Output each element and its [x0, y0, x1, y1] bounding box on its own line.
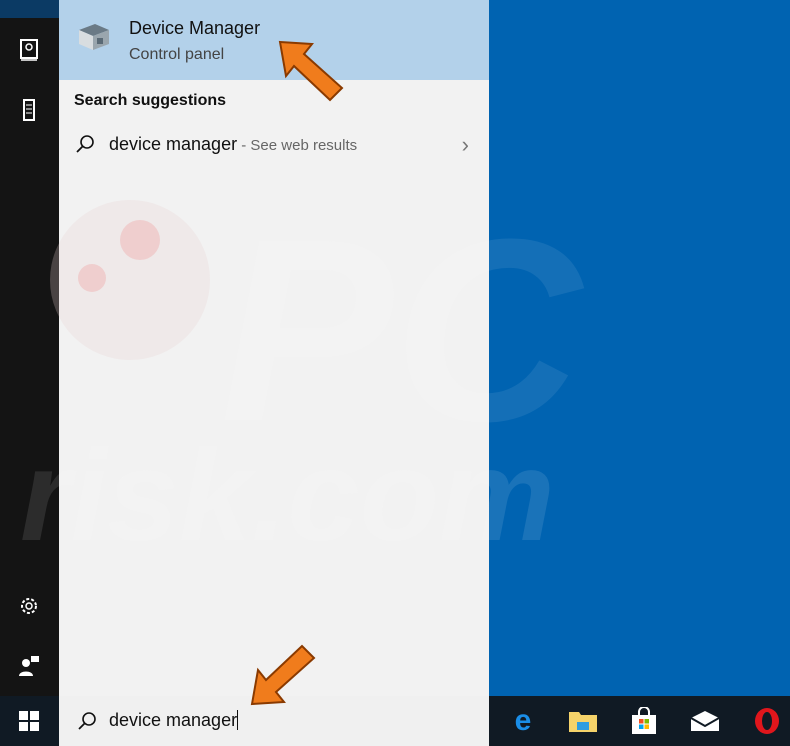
search-icon: [76, 135, 94, 153]
search-results-panel: Device Manager Control panel Search sugg…: [59, 0, 489, 696]
search-icon: [78, 712, 96, 730]
suggestion-item[interactable]: device manager - See web results ›: [59, 126, 489, 164]
best-match-title: Device Manager: [129, 18, 261, 38]
search-input[interactable]: device manager: [109, 710, 238, 731]
opera-browser-icon[interactable]: [752, 706, 782, 736]
start-sidebar: [0, 0, 59, 696]
documents-icon[interactable]: [17, 38, 41, 62]
device-icon[interactable]: [17, 98, 41, 122]
settings-gear-icon[interactable]: [17, 594, 41, 618]
user-feedback-icon[interactable]: [17, 654, 41, 678]
sidebar-top-strip: [0, 0, 59, 18]
start-windows-icon[interactable]: [14, 706, 44, 736]
store-icon[interactable]: [629, 706, 659, 736]
search-suggestions-heading: Search suggestions: [74, 92, 227, 109]
suggestion-suffix: - See web results: [237, 137, 358, 154]
file-explorer-icon[interactable]: [568, 706, 598, 736]
device-manager-app-icon: [79, 24, 109, 50]
edge-browser-icon[interactable]: e: [508, 704, 538, 737]
taskbar-search-box[interactable]: device manager: [59, 696, 489, 746]
best-match-subtitle: Control panel: [129, 46, 225, 63]
mail-icon[interactable]: [690, 706, 720, 736]
chevron-right-icon[interactable]: ›: [462, 132, 469, 158]
best-match-device-manager[interactable]: Device Manager Control panel: [59, 0, 489, 80]
suggestion-query: device manager: [109, 134, 238, 154]
